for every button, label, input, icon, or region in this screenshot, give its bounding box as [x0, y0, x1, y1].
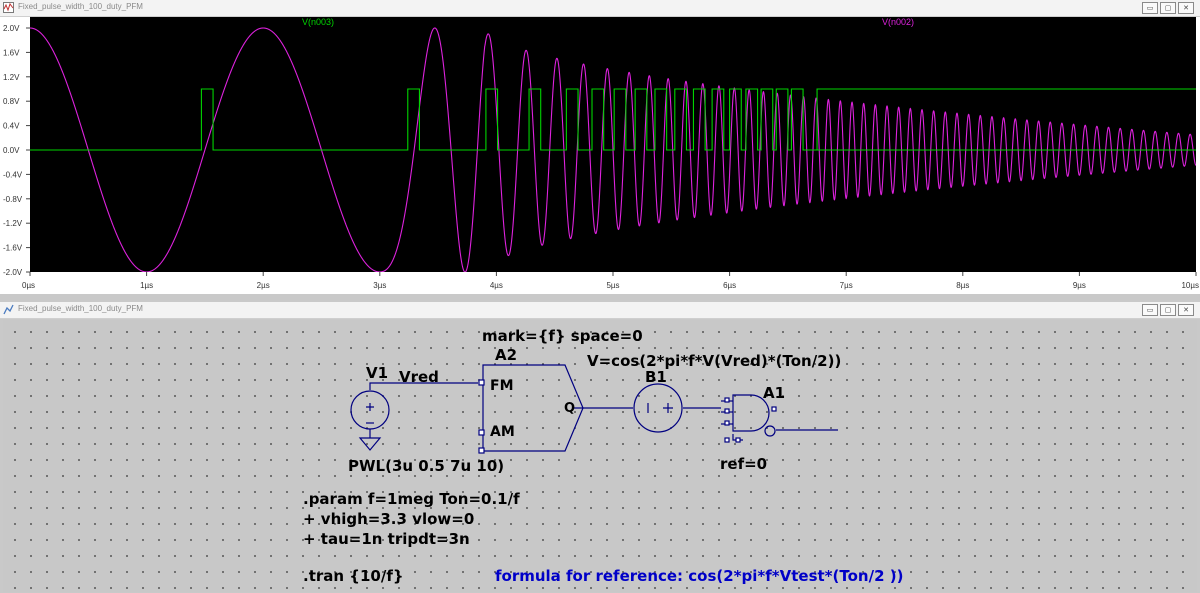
x-tick-label: 7µs — [840, 281, 853, 290]
x-tick-label: 4µs — [490, 281, 503, 290]
schematic-window-title: Fixed_pulse_width_100_duty_PFM — [18, 304, 143, 313]
y-tick-label: 0.8V — [3, 97, 20, 106]
y-tick-label: -1.2V — [3, 219, 23, 228]
schematic-app-icon — [3, 304, 14, 315]
x-tick-label: 3µs — [373, 281, 386, 290]
param-directive-line-1[interactable]: .param f=1meg Ton=0.1/f — [303, 490, 520, 508]
x-tick-label: 6µs — [723, 281, 736, 290]
x-axis: 0µs 1µs 2µs 3µs 4µs 5µs 6µs 7µs 8µs 9µs 10µs — [22, 272, 1199, 290]
x-tick-label: 2µs — [257, 281, 270, 290]
schematic-window: Fixed_pulse_width_100_duty_PFM ▭ ▢ ✕ mar… — [0, 302, 1200, 593]
a1-params[interactable]: ref=0 — [720, 455, 767, 473]
a1-and-gate-symbol[interactable] — [721, 394, 777, 443]
close-button[interactable]: ✕ — [1178, 304, 1194, 316]
y-tick-label: 1.2V — [3, 73, 20, 82]
y-tick-label: -0.4V — [3, 170, 23, 179]
a2-params[interactable]: mark={f} space=0 — [482, 327, 643, 345]
y-tick-label: -1.6V — [3, 244, 23, 253]
legend-v-n002[interactable]: V(n002) — [882, 17, 914, 27]
v1-voltage-source-symbol[interactable] — [350, 390, 390, 451]
a2-pin-am: AM — [490, 424, 515, 440]
waveform-plot[interactable]: 2.0V 1.6V 1.2V 0.8V 0.4V 0.0V -0.4V -0.8V -1.2V -… — [0, 0, 1200, 294]
y-tick-label: 2.0V — [3, 24, 20, 33]
y-tick-label: 0.0V — [3, 146, 20, 155]
reference-comment[interactable]: formula for reference: cos(2*pi*f*Vtest*… — [495, 567, 903, 585]
x-tick-label: 10µs — [1181, 281, 1199, 290]
y-tick-label: -2.0V — [3, 268, 23, 277]
restore-button[interactable]: ▢ — [1160, 304, 1176, 316]
a2-name[interactable]: A2 — [495, 346, 517, 364]
minimize-button[interactable]: ▭ — [1142, 304, 1158, 316]
v1-value[interactable]: PWL(3u 0.5 7u 10) — [348, 457, 504, 475]
x-tick-label: 8µs — [956, 281, 969, 290]
net-label-vred[interactable]: Vred — [399, 368, 439, 386]
y-tick-label: 0.4V — [3, 122, 20, 131]
a1-name[interactable]: A1 — [763, 384, 785, 402]
param-directive-line-2[interactable]: + vhigh=3.3 vlow=0 — [303, 510, 474, 528]
schematic-titlebar[interactable]: Fixed_pulse_width_100_duty_PFM ▭ ▢ ✕ — [0, 302, 1200, 319]
param-directive-line-3[interactable]: + tau=1n tripdt=3n — [303, 530, 470, 548]
b1-expression[interactable]: V=cos(2*pi*f*V(Vred)*(Ton/2)) — [587, 352, 841, 370]
y-tick-label: -0.8V — [3, 195, 23, 204]
v1-name[interactable]: V1 — [366, 364, 388, 382]
schematic-canvas[interactable]: mark={f} space=0 A2 V=cos(2*pi*f*V(Vred)… — [3, 320, 1197, 592]
x-tick-label: 0µs — [22, 281, 35, 290]
b1-behavioral-source-symbol[interactable] — [633, 383, 683, 433]
legend-v-n003[interactable]: V(n003) — [302, 17, 334, 27]
y-tick-label: 1.6V — [3, 48, 20, 57]
x-tick-label: 9µs — [1073, 281, 1086, 290]
y-axis: 2.0V 1.6V 1.2V 0.8V 0.4V 0.0V -0.4V -0.8V -1.2V -… — [3, 24, 30, 277]
x-tick-label: 5µs — [606, 281, 619, 290]
tran-directive[interactable]: .tran {10/f} — [303, 567, 404, 585]
b1-name[interactable]: B1 — [645, 368, 667, 386]
a2-pin-fm: FM — [490, 378, 514, 394]
a2-pin-q: Q — [564, 401, 576, 416]
waveform-window: Fixed_pulse_width_100_duty_PFM ▭ ▢ ✕ 2.0… — [0, 0, 1200, 294]
x-tick-label: 1µs — [140, 281, 153, 290]
